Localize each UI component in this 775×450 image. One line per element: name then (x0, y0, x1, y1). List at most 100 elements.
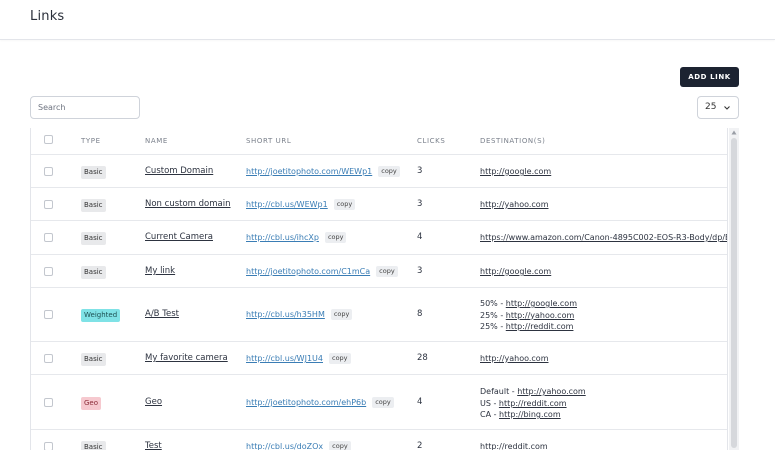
per-page-select[interactable]: 25 (697, 96, 739, 119)
short-url-cell: http://joetitophoto.com/ehP6b copy (246, 397, 394, 408)
short-url-cell: http://cbl.us/WEWp1 copy (246, 199, 356, 210)
destination-line: http://yahoo.com (480, 199, 549, 211)
column-header-short-url[interactable]: SHORT URL (246, 137, 291, 145)
column-header-clicks[interactable]: CLICKS (417, 137, 445, 145)
table-row: Weighted A/B Test http://cbl.us/h35HM copy 8… (31, 288, 727, 342)
destination-prefix: 25% - (480, 322, 506, 331)
short-url-link[interactable]: http://joetitophoto.com/ehP6b (246, 398, 366, 407)
row-checkbox[interactable] (44, 310, 53, 319)
row-checkbox[interactable] (44, 200, 53, 209)
type-badge: Basic (81, 441, 106, 450)
link-name[interactable]: My link (145, 266, 175, 276)
copy-button[interactable]: copy (333, 199, 356, 210)
destination-link[interactable]: http://yahoo.com (480, 200, 549, 209)
column-header-name[interactable]: NAME (145, 137, 168, 145)
copy-button[interactable]: copy (378, 166, 400, 177)
destination-link[interactable]: http://yahoo.com (480, 354, 549, 363)
short-url-cell: http://cbl.us/doZOx copy (246, 441, 351, 450)
destinations-cell: https://www.amazon.com/Canon-4895C002-EO… (480, 232, 727, 244)
destination-line: https://www.amazon.com/Canon-4895C002-EO… (480, 232, 727, 244)
table-row: Basic Non custom domain http://cbl.us/WEWp… (31, 188, 727, 221)
type-badge: Basic (81, 266, 106, 279)
type-badge: Basic (81, 199, 106, 212)
destination-link[interactable]: http://reddit.com (506, 322, 574, 331)
short-url-link[interactable]: http://joetitophoto.com/WEWp1 (246, 167, 372, 176)
copy-button[interactable]: copy (376, 266, 398, 277)
destination-link[interactable]: http://bing.com (499, 410, 561, 419)
clicks-count: 2 (417, 441, 423, 450)
short-url-link[interactable]: http://cbl.us/ihcXp (246, 233, 319, 242)
link-name[interactable]: Test (145, 441, 162, 450)
destination-line: US - http://reddit.com (480, 398, 586, 410)
short-url-link[interactable]: http://cbl.us/WEWp1 (246, 200, 328, 209)
destinations-cell: 50% - http://google.com 25% - http://yaho… (480, 298, 577, 333)
destination-line: http://google.com (480, 266, 551, 278)
copy-button[interactable]: copy (324, 232, 347, 243)
destination-prefix: Default - (480, 387, 518, 396)
link-name[interactable]: Current Camera (145, 232, 213, 242)
copy-button[interactable]: copy (329, 353, 351, 364)
destination-link[interactable]: https://www.amazon.com/Canon-4895C002-EO… (480, 233, 727, 242)
scrollbar-thumb[interactable] (731, 138, 737, 448)
arrow-up-icon[interactable] (731, 130, 737, 135)
short-url-cell: http://cbl.us/ihcXp copy (246, 232, 347, 243)
short-url-link[interactable]: http://cbl.us/h35HM (246, 310, 325, 319)
select-all-checkbox[interactable] (44, 135, 53, 144)
short-url-link[interactable]: http://cbl.us/WJ1U4 (246, 354, 323, 363)
clicks-count: 28 (417, 353, 428, 363)
destination-line: http://yahoo.com (480, 353, 549, 365)
destination-line: 25% - http://reddit.com (480, 321, 577, 333)
link-name[interactable]: Custom Domain (145, 166, 213, 176)
short-url-cell: http://cbl.us/h35HM copy (246, 309, 353, 320)
link-name[interactable]: A/B Test (145, 309, 179, 319)
row-checkbox[interactable] (44, 267, 53, 276)
destination-link[interactable]: http://reddit.com (499, 399, 567, 408)
short-url-cell: http://joetitophoto.com/C1mCa copy (246, 266, 398, 277)
destinations-cell: Default - http://yahoo.com US - http://re… (480, 386, 586, 421)
copy-button[interactable]: copy (372, 397, 394, 408)
link-name[interactable]: My favorite camera (145, 353, 228, 363)
link-name[interactable]: Geo (145, 397, 162, 407)
destinations-cell: http://yahoo.com (480, 353, 549, 365)
row-checkbox[interactable] (44, 233, 53, 242)
destination-link[interactable]: http://google.com (480, 267, 551, 276)
table-row: Basic Test http://cbl.us/doZOx copy 2 http://… (31, 430, 727, 450)
destination-prefix: 50% - (480, 299, 506, 308)
links-table: TYPE NAME SHORT URL CLICKS DESTINATION(S… (30, 128, 728, 450)
short-url-cell: http://cbl.us/WJ1U4 copy (246, 353, 351, 364)
clicks-count: 8 (417, 309, 423, 319)
table-header: TYPE NAME SHORT URL CLICKS DESTINATION(S… (31, 128, 727, 155)
column-header-type[interactable]: TYPE (81, 137, 101, 145)
copy-button[interactable]: copy (330, 309, 353, 320)
destination-line: http://reddit.com (480, 441, 548, 450)
type-badge: Basic (81, 353, 106, 366)
destination-link[interactable]: http://yahoo.com (517, 387, 586, 396)
add-link-button[interactable]: ADD LINK (680, 67, 739, 87)
search-input[interactable] (30, 96, 140, 119)
destinations-cell: http://google.com (480, 266, 551, 278)
row-checkbox[interactable] (44, 442, 53, 450)
table-row: Basic Custom Domain http://joetitophoto.co… (31, 155, 727, 188)
destination-line: 25% - http://yahoo.com (480, 310, 577, 322)
destination-prefix: US - (480, 398, 499, 408)
destination-link[interactable]: http://google.com (480, 167, 551, 176)
destination-link[interactable]: http://reddit.com (480, 442, 548, 450)
destination-link[interactable]: http://google.com (506, 299, 577, 308)
row-checkbox[interactable] (44, 354, 53, 363)
link-name[interactable]: Non custom domain (145, 199, 231, 209)
top-bar: Links (0, 0, 775, 40)
short-url-link[interactable]: http://cbl.us/doZOx (246, 442, 323, 450)
destination-line: http://google.com (480, 166, 551, 178)
copy-button[interactable]: copy (329, 441, 351, 450)
short-url-link[interactable]: http://joetitophoto.com/C1mCa (246, 267, 370, 276)
type-badge: Geo (81, 397, 102, 410)
destination-prefix: CA - (480, 410, 500, 419)
row-checkbox[interactable] (44, 167, 53, 176)
vertical-scrollbar[interactable] (729, 128, 739, 450)
clicks-count: 3 (417, 199, 423, 209)
destination-link[interactable]: http://yahoo.com (506, 311, 575, 320)
destination-line: Default - http://yahoo.com (480, 386, 586, 398)
destination-prefix: 25% - (480, 310, 506, 320)
row-checkbox[interactable] (44, 398, 53, 407)
column-header-destinations[interactable]: DESTINATION(S) (480, 137, 545, 145)
